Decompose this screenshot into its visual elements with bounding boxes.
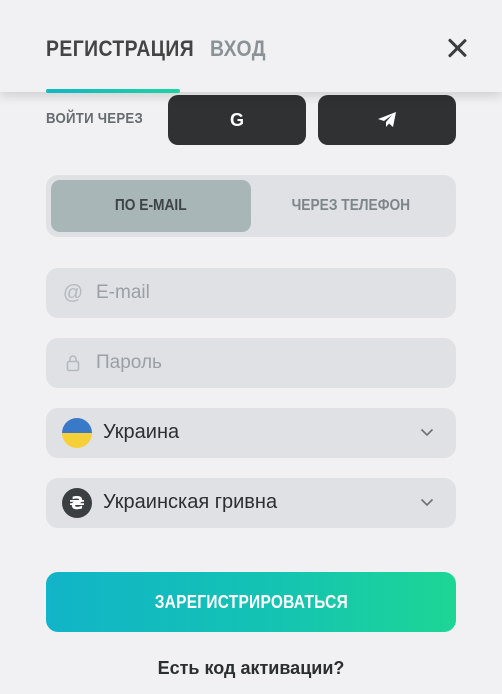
method-phone-option[interactable]: ЧЕРЕЗ ТЕЛЕФОН [251,180,451,232]
chevron-down-icon [420,498,434,507]
method-email-option[interactable]: ПО E-MAIL [51,180,251,232]
tab-login[interactable]: ВХОД [210,36,266,62]
close-icon[interactable] [445,36,469,60]
activation-code-link[interactable]: Есть код активации? [0,658,502,679]
tab-registration[interactable]: РЕГИСТРАЦИЯ [46,36,194,62]
method-phone-label: ЧЕРЕЗ ТЕЛЕФОН [291,197,411,214]
register-button[interactable]: ЗАРЕГИСТРИРОВАТЬСЯ [46,572,456,632]
chevron-down-icon [420,428,434,437]
password-field-container [46,338,456,388]
hryvnia-icon: ₴ [62,488,92,518]
google-login-button[interactable]: G [168,95,306,145]
at-icon: @ [62,281,84,304]
active-tab-indicator [46,89,180,93]
method-email-label: ПО E-MAIL [115,197,187,214]
email-field-container: @ [46,268,456,318]
registration-method-switch: ПО E-MAIL ЧЕРЕЗ ТЕЛЕФОН [46,175,456,237]
social-login-label: ВОЙТИ ЧЕРЕЗ [46,110,144,127]
registration-modal: РЕГИСТРАЦИЯ ВХОД ВОЙТИ ЧЕРЕЗ G ПО E-MAIL… [0,0,502,694]
currency-value: Украинская гривна [103,491,278,513]
ukraine-flag-icon [62,418,92,448]
telegram-login-button[interactable] [318,95,456,145]
modal-header: РЕГИСТРАЦИЯ ВХОД [0,0,502,93]
google-icon: G [229,109,244,130]
email-field[interactable] [96,268,436,318]
password-field[interactable] [96,338,436,388]
register-button-label: ЗАРЕГИСТРИРОВАТЬСЯ [154,591,348,612]
country-value: Украина [103,421,180,443]
country-select[interactable]: Украина [46,408,456,458]
lock-icon [62,352,84,374]
telegram-icon [378,112,396,127]
currency-select[interactable]: ₴ Украинская гривна [46,478,456,528]
